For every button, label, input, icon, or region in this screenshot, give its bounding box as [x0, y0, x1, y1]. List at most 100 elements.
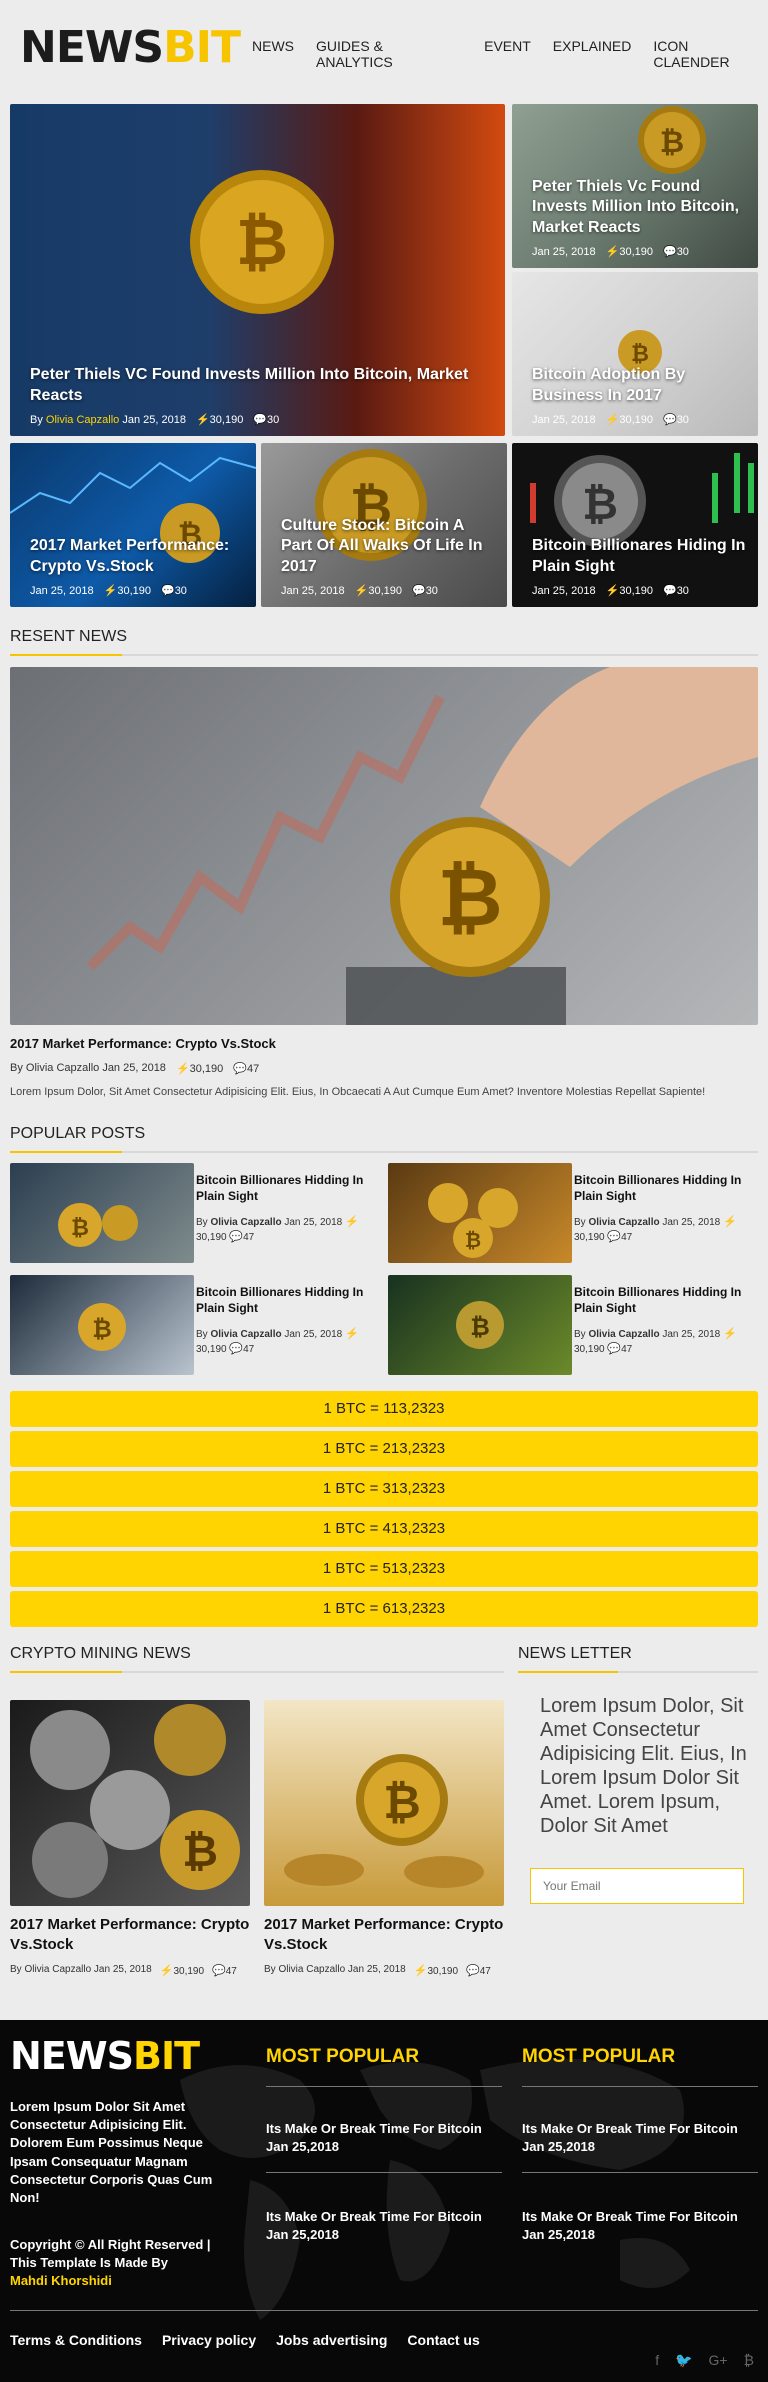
hero-bottom-2-title[interactable]: Culture Stock: Bitcoin A Part Of All Wal…	[281, 516, 495, 578]
footer-link-jobs[interactable]: Jobs advertising	[276, 2332, 387, 2348]
btc-rate-row: 1 BTC = 313,2323	[10, 1471, 758, 1507]
popular-post-meta: By Olivia Capzallo Jan 25, 2018 ⚡ 30,190 …	[196, 1328, 359, 1356]
popular-post-image: ₿	[388, 1275, 572, 1375]
comment-icon: 💬	[607, 1343, 622, 1356]
section-divider	[518, 1671, 758, 1673]
hero-bottom-1-title[interactable]: 2017 Market Performance: Crypto Vs.Stock	[30, 536, 244, 578]
svg-text:₿: ₿	[470, 1313, 490, 1341]
mining-news-title[interactable]: 2017 Market Performance: Crypto Vs.Stock	[10, 1915, 250, 1954]
nav-event[interactable]: EVENT	[484, 38, 531, 70]
footer-divider	[266, 2086, 502, 2087]
mining-news-image-1[interactable]: ₿	[10, 1700, 250, 1906]
comment-icon: 💬	[233, 1063, 247, 1075]
google-plus-icon[interactable]: G+	[709, 2352, 728, 2369]
bolt-icon: ⚡	[103, 585, 118, 597]
footer-link-terms[interactable]: Terms & Conditions	[10, 2332, 142, 2348]
bolt-icon: ⚡	[605, 246, 620, 258]
footer-heading-most-popular: MOST POPULAR	[266, 2046, 420, 2067]
svg-text:₿: ₿	[182, 1826, 218, 1877]
mining-news-image-2[interactable]: ₿	[264, 1700, 504, 1906]
bolt-icon: ⚡	[605, 585, 620, 597]
bolt-icon: ⚡	[195, 414, 210, 426]
footer-logo[interactable]: NEWSBIT	[10, 2034, 200, 2078]
svg-text:₿: ₿	[660, 125, 684, 160]
btc-rate-row: 1 BTC = 613,2323	[10, 1591, 758, 1627]
popular-post-title[interactable]: Bitcoin Billionares Hidding In Plain Sig…	[574, 1285, 744, 1316]
footer-link-privacy[interactable]: Privacy policy	[162, 2332, 256, 2348]
footer-divider	[522, 2086, 758, 2087]
bolt-icon: ⚡	[344, 1328, 359, 1340]
bolt-icon: ⚡	[159, 1965, 174, 1977]
hero-bottom-3-title[interactable]: Bitcoin Billionares Hiding In Plain Sigh…	[532, 536, 746, 578]
site-logo[interactable]: NEWSBIT	[20, 22, 241, 73]
bolt-icon: ⚡	[722, 1216, 737, 1228]
footer-popular-item[interactable]: Its Make Or Break Time For Bitcoin Jan 2…	[522, 2120, 762, 2156]
popular-post-3[interactable]: ₿ Bitcoin Billionares Hidding In Plain S…	[10, 1275, 380, 1375]
bolt-icon: ⚡	[413, 1965, 428, 1977]
footer-popular-item[interactable]: Its Make Or Break Time For Bitcoin Jan 2…	[266, 2120, 506, 2156]
footer-about-text: Lorem Ipsum Dolor Sit Amet Consectetur A…	[10, 2099, 213, 2205]
mining-news-title[interactable]: 2017 Market Performance: Crypto Vs.Stock	[264, 1915, 504, 1954]
btc-rate-row: 1 BTC = 113,2323	[10, 1391, 758, 1427]
section-heading-newsletter: NEWS LETTER	[518, 1645, 632, 1662]
svg-text:₿: ₿	[465, 1228, 481, 1252]
newsletter-text: Lorem Ipsum Dolor, Sit Amet Consectetur …	[540, 1695, 747, 1837]
svg-text:₿: ₿	[92, 1315, 112, 1343]
popular-post-image: ₿	[10, 1163, 194, 1263]
popular-post-1[interactable]: ₿ Bitcoin Billionares Hidding In Plain S…	[10, 1163, 380, 1263]
popular-post-4[interactable]: ₿ Bitcoin Billionares Hidding In Plain S…	[388, 1275, 758, 1375]
hero-main-card[interactable]: ₿ Peter Thiels VC Found Invests Million …	[10, 104, 505, 436]
recent-news-excerpt: Lorem Ipsum Dolor, Sit Amet Consectetur …	[10, 1086, 706, 1098]
hero-bottom-card-3[interactable]: ₿ Bitcoin Billionares Hiding In Plain Si…	[512, 443, 758, 607]
twitter-icon[interactable]: 🐦	[675, 2352, 692, 2369]
footer-copyright: Copyright © All Right Reserved | This Te…	[10, 2237, 211, 2289]
recent-news-image[interactable]: ₿	[10, 667, 758, 1025]
hero-side-card-2[interactable]: ₿ Bitcoin Adoption By Business In 2017 J…	[512, 272, 758, 436]
comment-icon: 💬	[411, 585, 426, 597]
hero-side-2-title[interactable]: Bitcoin Adoption By Business In 2017	[532, 365, 746, 407]
hero-bottom-card-2[interactable]: ₿ Culture Stock: Bitcoin A Part Of All W…	[261, 443, 507, 607]
comment-icon: 💬	[160, 585, 175, 597]
comment-icon: 💬	[662, 585, 677, 597]
facebook-icon[interactable]: f	[655, 2352, 659, 2369]
footer-link-contact[interactable]: Contact us	[407, 2332, 479, 2348]
comment-icon: 💬	[466, 1965, 480, 1977]
svg-text:₿: ₿	[71, 1216, 89, 1241]
btc-rate-row: 1 BTC = 213,2323	[10, 1431, 758, 1467]
mining-news-meta: By Olivia Capzallo Jan 25, 2018 ⚡30,190 💬4…	[264, 1964, 491, 1977]
btc-rate-row: 1 BTC = 513,2323	[10, 1551, 758, 1587]
comment-icon: 💬	[253, 414, 268, 426]
hero-side-card-1[interactable]: ₿ Peter Thiels Vc Found Invests Million …	[512, 104, 758, 268]
btc-rate-row: 1 BTC = 413,2323	[10, 1511, 758, 1547]
nav-explained[interactable]: EXPLAINED	[553, 38, 632, 70]
footer-author-link[interactable]: Mahdi Khorshidi	[10, 2273, 112, 2288]
footer-popular-item[interactable]: Its Make Or Break Time For Bitcoin Jan 2…	[522, 2208, 762, 2244]
nav-icon-calendar[interactable]: ICON CLAENDER	[653, 38, 768, 70]
hero-side-1-title[interactable]: Peter Thiels Vc Found Invests Million In…	[532, 177, 746, 239]
recent-news-title[interactable]: 2017 Market Performance: Crypto Vs.Stock	[10, 1036, 276, 1051]
mining-news-meta: By Olivia Capzallo Jan 25, 2018 ⚡30,190 💬4…	[10, 1964, 237, 1977]
popular-post-title[interactable]: Bitcoin Billionares Hidding In Plain Sig…	[196, 1173, 366, 1204]
nav-guides-analytics[interactable]: GUIDES & ANALYTICS	[316, 38, 462, 70]
section-divider	[10, 1671, 504, 1673]
author-link[interactable]: Olivia Capzallo	[46, 414, 119, 426]
nav-news[interactable]: NEWS	[252, 38, 294, 70]
hero-main-meta: By Olivia Capzallo Jan 25, 2018 ⚡30,190 …	[30, 413, 280, 427]
footer-popular-item[interactable]: Its Make Or Break Time For Bitcoin Jan 2…	[266, 2208, 506, 2244]
main-nav: NEWS GUIDES & ANALYTICS EVENT EXPLAINED …	[252, 38, 768, 70]
svg-text:₿: ₿	[631, 342, 649, 367]
popular-post-2[interactable]: ₿ Bitcoin Billionares Hidding In Plain S…	[388, 1163, 758, 1263]
footer-social-icons: f 🐦 G+ ₿	[655, 2352, 754, 2369]
section-heading-mining: CRYPTO MINING NEWS	[10, 1645, 191, 1662]
hero-bottom-card-1[interactable]: ₿ 2017 Market Performance: Crypto Vs.Sto…	[10, 443, 256, 607]
bolt-icon: ⚡	[605, 414, 620, 426]
comment-icon: 💬	[607, 1231, 622, 1244]
popular-post-title[interactable]: Bitcoin Billionares Hidding In Plain Sig…	[196, 1285, 366, 1316]
hero-main-title[interactable]: Peter Thiels VC Found Invests Million In…	[30, 365, 493, 407]
svg-text:₿: ₿	[236, 206, 288, 280]
bitcoin-icon[interactable]: ₿	[744, 2352, 754, 2369]
newsletter-email-input[interactable]	[530, 1868, 744, 1904]
comment-icon: 💬	[662, 246, 677, 258]
popular-post-meta: By Olivia Capzallo Jan 25, 2018 ⚡ 30,190 …	[196, 1216, 359, 1244]
popular-post-title[interactable]: Bitcoin Billionares Hidding In Plain Sig…	[574, 1173, 744, 1204]
